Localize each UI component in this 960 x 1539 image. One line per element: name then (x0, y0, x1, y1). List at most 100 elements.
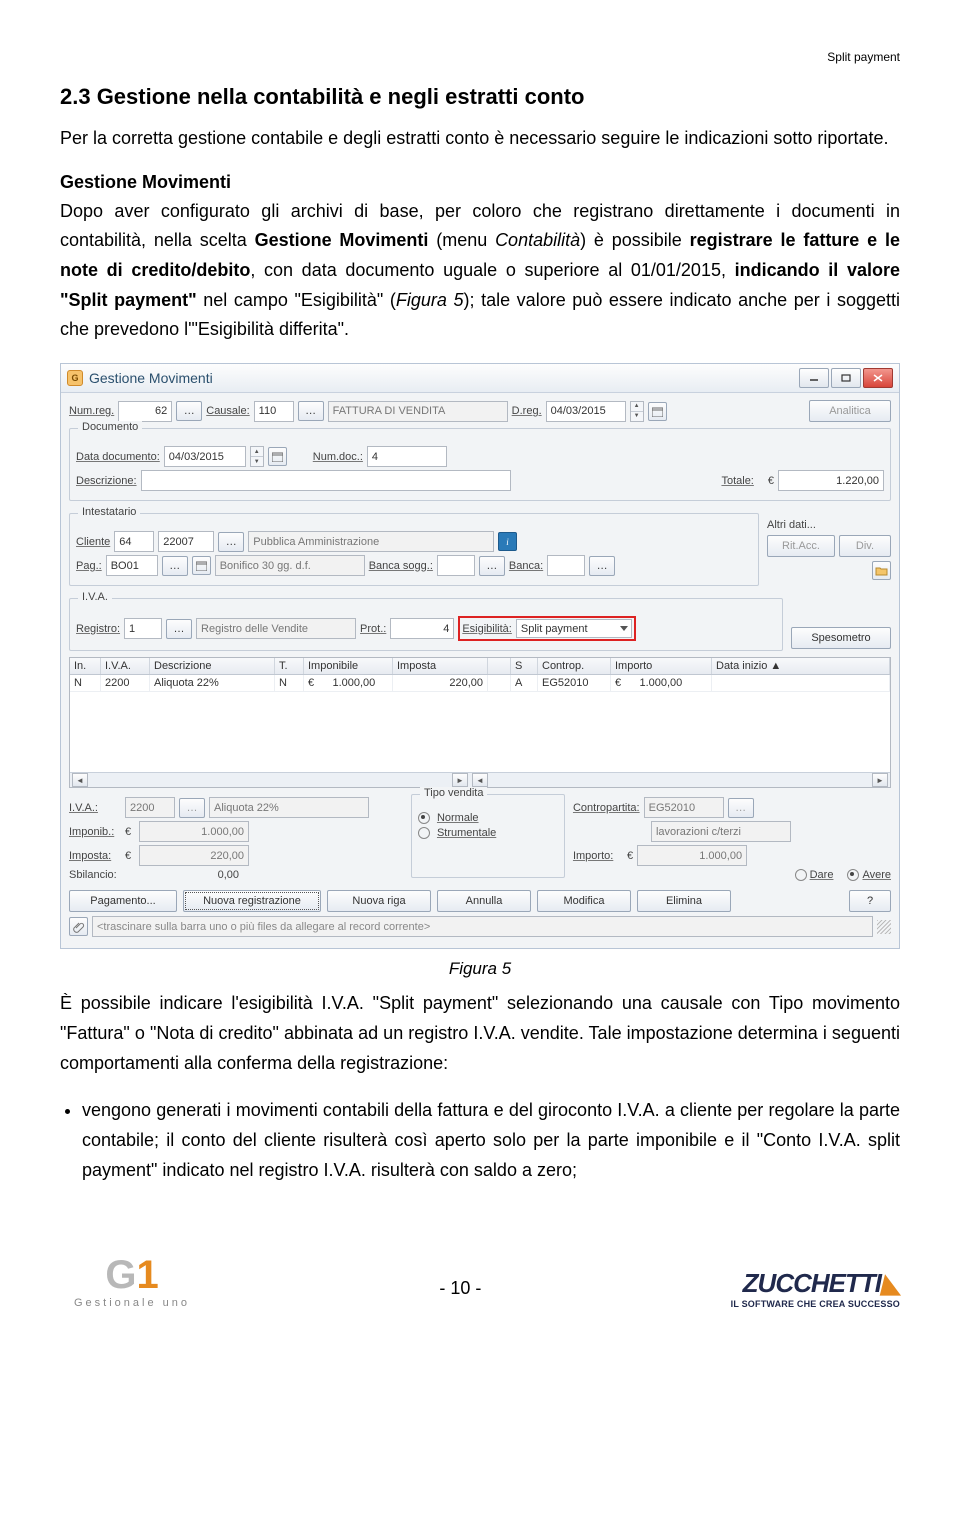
dreg-spinner[interactable]: ▲▼ (630, 401, 644, 422)
div-button[interactable]: Div. (839, 535, 891, 557)
totale-currency: € (768, 475, 774, 487)
bancasogg-input[interactable] (437, 555, 475, 576)
registro-lookup[interactable]: … (166, 619, 192, 639)
scroll-right-icon[interactable]: ► (872, 773, 888, 787)
datadoc-input[interactable]: 04/03/2015 (164, 446, 246, 467)
altri-dati-label: Altri dati... (767, 519, 891, 531)
gh-iva: I.V.A. (101, 658, 150, 674)
bancasogg-lookup[interactable]: … (479, 556, 505, 576)
numdoc-input[interactable]: 4 (367, 446, 447, 467)
resize-grip-icon[interactable] (877, 920, 891, 934)
pag-lookup[interactable]: … (162, 556, 188, 576)
dreg-input[interactable]: 04/03/2015 (546, 401, 626, 422)
help-button[interactable]: ? (849, 890, 891, 912)
sbilancio-label: Sbilancio: (69, 869, 121, 881)
controp-desc: lavorazioni c/terzi (651, 821, 791, 842)
radio-dare[interactable] (795, 869, 807, 881)
minimize-button[interactable] (799, 368, 829, 388)
gh-importo: Importo (611, 658, 712, 674)
causale-label: Causale: (206, 405, 249, 417)
maximize-button[interactable] (831, 368, 861, 388)
folder-icon[interactable] (872, 561, 891, 580)
calendar-icon[interactable] (648, 402, 667, 421)
paragraph-2: Dopo aver configurato gli archivi di bas… (60, 197, 900, 345)
banca-label: Banca: (509, 560, 543, 572)
prot-label: Prot.: (360, 623, 386, 635)
totale-input[interactable]: 1.220,00 (778, 470, 884, 491)
dragbar[interactable]: <trascinare sulla barra uno o più files … (92, 916, 873, 937)
list-item: vengono generati i movimenti contabili d… (82, 1096, 900, 1185)
banca-input[interactable] (547, 555, 585, 576)
scroll-right-icon[interactable]: ► (452, 773, 468, 787)
radio-normale[interactable] (418, 812, 430, 824)
radio-strumentale[interactable] (418, 827, 430, 839)
gh-datainiz: Data inizio ▲ (712, 658, 890, 674)
gh-sep (488, 658, 511, 674)
sbilancio-value: 0,00 (139, 869, 239, 881)
datadoc-label: Data documento: (76, 451, 160, 463)
iva-group: I.V.A. Registro: 1 … Registro delle Vend… (69, 598, 783, 651)
numreg-lookup[interactable]: … (176, 401, 202, 421)
cliente-sub[interactable]: 22007 (158, 531, 214, 552)
esig-select[interactable]: Split payment (516, 619, 632, 638)
radio-avere[interactable] (847, 869, 859, 881)
controp-code[interactable]: EG52010 (644, 797, 724, 818)
attachment-icon[interactable] (69, 917, 88, 936)
iva-lookup[interactable]: … (179, 798, 205, 818)
calendar-icon[interactable] (268, 447, 287, 466)
ritacc-button[interactable]: Rit.Acc. (767, 535, 835, 557)
gh-impon: Imponibile (304, 658, 393, 674)
banca-lookup[interactable]: … (589, 556, 615, 576)
info-icon[interactable]: i (498, 532, 517, 551)
registro-desc: Registro delle Vendite (196, 618, 356, 639)
intro-paragraph: Per la corretta gestione contabile e deg… (60, 124, 900, 154)
cliente-desc: Pubblica Amministrazione (248, 531, 494, 552)
right-scrollbar[interactable]: ◄ ► (470, 772, 890, 787)
imponib-input[interactable]: 1.000,00 (139, 821, 249, 842)
registro-label: Registro: (76, 623, 120, 635)
totale-label: Totale: (721, 475, 753, 487)
iva-grid[interactable]: In. I.V.A. Descrizione T. Imponibile Imp… (69, 657, 891, 788)
pagamento-button[interactable]: Pagamento... (69, 890, 177, 912)
causale-code-input[interactable]: 110 (254, 401, 294, 422)
cliente-code[interactable]: 64 (114, 531, 154, 552)
bancasogg-label: Banca sogg.: (369, 560, 433, 572)
iva-code[interactable]: 2200 (125, 797, 175, 818)
calendar-icon[interactable] (192, 556, 211, 575)
gh-s: S (511, 658, 538, 674)
analitica-button[interactable]: Analitica (809, 400, 891, 422)
page-number: - 10 - (439, 1278, 481, 1309)
bullet-list: vengono generati i movimenti contabili d… (60, 1096, 900, 1185)
numreg-label: Num.reg. (69, 405, 114, 417)
tipovendita-group: Tipo vendita Normale Strumentale (411, 794, 565, 878)
scroll-left-icon[interactable]: ◄ (472, 773, 488, 787)
spesometro-button[interactable]: Spesometro (791, 627, 891, 649)
cliente-lookup[interactable]: … (218, 532, 244, 552)
figure-caption: Figura 5 (60, 959, 900, 979)
prot-input[interactable]: 4 (390, 618, 454, 639)
sub-heading: Gestione Movimenti (60, 172, 900, 193)
modifica-button[interactable]: Modifica (537, 890, 631, 912)
imposta-input[interactable]: 220,00 (139, 845, 249, 866)
elimina-button[interactable]: Elimina (637, 890, 731, 912)
causale-lookup[interactable]: … (298, 401, 324, 421)
header-context: Split payment (60, 50, 900, 64)
gestionale-uno-logo: G1 Gestionale uno (74, 1255, 190, 1309)
causale-desc: FATTURA DI VENDITA (328, 401, 508, 422)
registro-code[interactable]: 1 (124, 618, 162, 639)
left-scrollbar[interactable]: ◄ ► (70, 772, 470, 787)
pag-code[interactable]: BO01 (106, 555, 158, 576)
nuova-riga-button[interactable]: Nuova riga (327, 890, 431, 912)
datadoc-spinner[interactable]: ▲▼ (250, 446, 264, 467)
numdoc-label: Num.doc.: (313, 451, 363, 463)
numreg-input[interactable]: 62 (118, 401, 172, 422)
close-button[interactable] (863, 368, 893, 388)
controp-lookup[interactable]: … (728, 798, 754, 818)
descr-input[interactable] (141, 470, 511, 491)
importo-input[interactable]: 1.000,00 (637, 845, 747, 866)
nuova-reg-button[interactable]: Nuova registrazione (183, 890, 321, 912)
annulla-button[interactable]: Annulla (437, 890, 531, 912)
grid-row[interactable]: N 2200 Aliquota 22% N € 1.000,00 220,00 … (70, 675, 890, 692)
scroll-left-icon[interactable]: ◄ (72, 773, 88, 787)
intestatario-group: Intestatario Cliente 64 22007 … Pubblica… (69, 513, 759, 586)
